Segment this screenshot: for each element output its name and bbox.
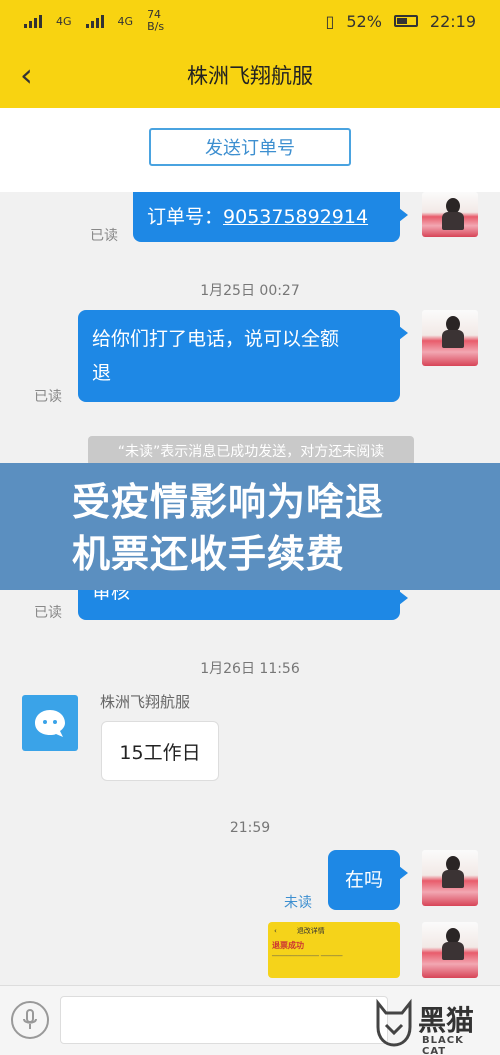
headline-line-1: 受疫情影响为啥退 bbox=[72, 480, 385, 524]
network-type-2: 4G bbox=[117, 14, 134, 28]
timestamp: 1月25日 00:27 bbox=[200, 283, 300, 299]
network-type-1: 4G bbox=[56, 14, 72, 28]
microphone-icon[interactable] bbox=[11, 1001, 49, 1039]
read-status: 已读 bbox=[34, 605, 62, 621]
network-speed: 74 B/s bbox=[147, 8, 165, 33]
battery-percent: 52% bbox=[346, 11, 382, 31]
headline-line-2: 机票还收手续费 bbox=[72, 532, 346, 576]
avatar[interactable] bbox=[422, 310, 478, 366]
order-number-link[interactable]: 905375892914 bbox=[223, 206, 368, 228]
page-title: 株洲飞翔航服 bbox=[187, 64, 313, 88]
image-detail-lines: ───────────── ────── bbox=[272, 953, 343, 960]
signal-icon bbox=[85, 14, 104, 28]
clock: 22:19 bbox=[429, 11, 476, 31]
send-order-bar: 发送订单号 bbox=[0, 108, 500, 192]
signal-icon bbox=[24, 14, 42, 28]
message-bubble[interactable]: 在吗 bbox=[328, 850, 408, 910]
headline-banner: 受疫情影响为啥退 机票还收手续费 bbox=[0, 463, 500, 590]
read-status: 已读 bbox=[90, 228, 118, 244]
unread-status: 未读 bbox=[284, 895, 312, 911]
vibrate-icon: ▯ bbox=[325, 11, 335, 31]
back-icon: ‹ bbox=[274, 927, 277, 935]
header-bar: ‹ 株洲飞翔航服 bbox=[0, 42, 500, 108]
avatar[interactable] bbox=[422, 192, 478, 237]
service-avatar[interactable] bbox=[22, 695, 78, 751]
battery-icon bbox=[393, 15, 418, 27]
message-bubble[interactable]: 15工作日 bbox=[101, 721, 219, 781]
status-bar: 4G 4G 74 B/s ▯ 52% 22:19 bbox=[0, 0, 500, 42]
avatar[interactable] bbox=[422, 922, 478, 978]
screenshot-image-message[interactable]: ‹ 退改详情 退票成功 ───────────── ────── bbox=[268, 922, 400, 978]
avatar[interactable] bbox=[422, 850, 478, 906]
unread-tip: “未读”表示消息已成功发送，对方还未阅读 bbox=[88, 436, 414, 466]
message-input[interactable] bbox=[60, 996, 388, 1044]
send-order-button[interactable]: 发送订单号 bbox=[149, 128, 351, 166]
read-status: 已读 bbox=[34, 389, 62, 405]
service-name: 株洲飞翔航服 bbox=[100, 693, 191, 711]
timestamp: 21:59 bbox=[229, 820, 271, 836]
timestamp: 1月26日 11:56 bbox=[200, 661, 300, 677]
cat-logo-icon bbox=[376, 998, 412, 1047]
back-icon[interactable]: ‹ bbox=[20, 58, 50, 92]
chat-bubble-icon bbox=[35, 710, 65, 737]
order-number-bubble[interactable]: 订单号：905375892914 bbox=[133, 192, 408, 242]
message-bubble[interactable]: 给你们打了电话，说可以全额 退 bbox=[78, 310, 408, 402]
blackcat-watermark: 黑猫 BLACK CAT bbox=[372, 995, 492, 1055]
